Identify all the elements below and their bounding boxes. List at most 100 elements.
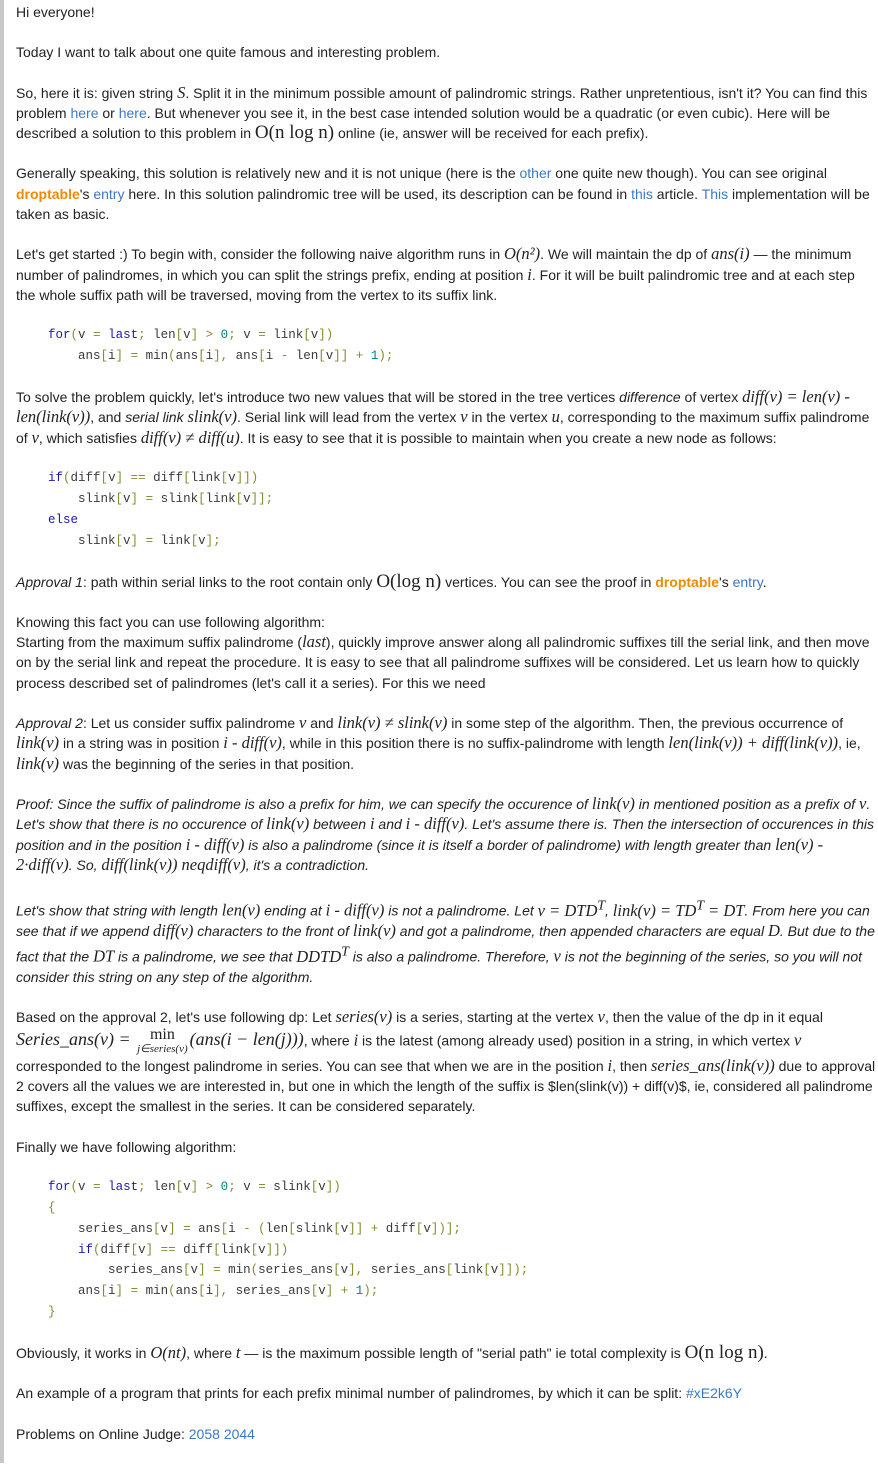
code-token: diff	[175, 1242, 214, 1257]
greeting: Hi everyone!	[16, 4, 95, 20]
text: , ie,	[838, 735, 861, 752]
math-part: link(v) = TD	[612, 900, 697, 920]
link-entry[interactable]: entry	[733, 574, 763, 590]
code-line: series_ans[v] = min(series_ans[v], serie…	[48, 1263, 528, 1277]
emphasis: difference	[619, 389, 681, 406]
math-part: DDTD	[296, 946, 342, 966]
text: Let's get started :) To begin with, cons…	[16, 246, 505, 263]
math-part: v = DTD	[537, 900, 598, 920]
code-token: ];	[205, 533, 221, 548]
code-token: {	[48, 1200, 56, 1215]
math-part: = DT	[703, 900, 745, 920]
text: vertices. You can see the proof in	[441, 573, 656, 590]
link-this-implementation[interactable]: This	[702, 186, 728, 202]
math: i - diff(v)	[185, 834, 245, 854]
link-problem-2044[interactable]: 2044	[224, 1426, 255, 1442]
code-token: >	[198, 328, 214, 343]
text: . It is easy to see that it is possible …	[239, 429, 777, 446]
math: series(v)	[335, 1007, 393, 1027]
text: .	[762, 573, 767, 590]
code-token: v	[190, 1263, 199, 1278]
code-token: ]	[130, 491, 139, 506]
code-line: for(v = last; len[v] > 0; v = slink[v])	[48, 1180, 341, 1194]
code-token: [	[190, 533, 199, 548]
code-token: i	[265, 349, 281, 364]
user-link-droptable[interactable]: droptable	[16, 186, 80, 202]
code-line: ans[i] = min(ans[i], ans[i - len[v]] + 1…	[48, 349, 393, 363]
knowing-paragraph: Knowing this fact you can use following …	[16, 612, 878, 693]
code-token: v	[258, 1242, 266, 1257]
math: len(v)	[221, 900, 261, 920]
code-token: ],	[213, 349, 229, 364]
math: link(v)	[16, 753, 60, 773]
code-token: [	[258, 349, 266, 364]
code-token: >	[198, 1179, 214, 1194]
code-token: if	[48, 1242, 94, 1257]
code-token: last	[100, 328, 139, 343]
code-token: 1	[348, 1284, 364, 1299]
math: v	[460, 407, 468, 427]
math: i - diff(v)	[325, 900, 385, 920]
emphasis: Approval 2	[16, 715, 83, 732]
code-token: diff	[100, 1242, 131, 1257]
text: So, here it is: given string	[16, 84, 178, 101]
link-here-2[interactable]: here	[119, 105, 147, 121]
link-problem-2058[interactable]: 2058	[189, 1426, 220, 1442]
code-token: ans	[48, 349, 101, 364]
text: Based on the approval 2, let's use follo…	[16, 1009, 336, 1026]
code-token: v	[138, 1242, 146, 1257]
math: diff(v)	[153, 920, 194, 940]
link-here-1[interactable]: here	[70, 105, 98, 121]
code-token: ]	[115, 470, 124, 485]
code-token: ]];	[250, 491, 274, 506]
code-token: ]	[115, 1284, 124, 1299]
code-token: =	[123, 349, 139, 364]
example-paragraph: An example of a program that prints for …	[16, 1383, 878, 1403]
code-token: +	[363, 1221, 379, 1236]
link-entry[interactable]: entry	[93, 186, 124, 202]
code-line: if(diff[v] == diff[link[v]])	[48, 471, 258, 485]
code-token: [	[220, 1221, 229, 1236]
code-token: (	[70, 328, 79, 343]
emphasis: Approval 1	[16, 573, 83, 590]
proof-paragraph-1: Proof: Since the suffix of palindrome is…	[16, 794, 878, 875]
text: is also a palindrome. Therefore,	[348, 948, 554, 965]
text: Let's show that string with length	[16, 902, 222, 919]
code-token: ]	[168, 1221, 176, 1236]
code-token: diff	[70, 470, 101, 485]
code-token: =	[175, 1221, 191, 1236]
link-other[interactable]: other	[520, 165, 552, 181]
link-this-article[interactable]: this	[631, 186, 653, 202]
text: , where	[186, 1345, 236, 1362]
code-token: );	[378, 349, 394, 364]
math: v	[597, 1007, 605, 1027]
code-token: (	[70, 1179, 79, 1194]
link-example-code[interactable]: #xE2k6Y	[686, 1385, 742, 1401]
math: diff(link(v)) neqdiff(v)	[101, 854, 246, 874]
code-token: ;	[138, 1179, 146, 1194]
code-token: v	[123, 491, 131, 506]
math: series_ans(link(v))	[651, 1055, 775, 1075]
code-token: v	[235, 328, 259, 343]
code-line: }	[48, 1305, 56, 1319]
code-token: ])	[325, 1179, 341, 1194]
intro-paragraph: Today I want to talk about one quite fam…	[16, 44, 441, 61]
math: link(v)	[591, 793, 635, 813]
text: in the vertex	[467, 409, 552, 426]
text: ,	[605, 902, 613, 919]
code-token: [	[115, 533, 124, 548]
code-token: [	[130, 1242, 139, 1257]
text: article.	[652, 185, 702, 202]
code-token: =	[93, 1179, 101, 1194]
code-token: =	[205, 1263, 221, 1278]
code-token: v	[78, 1179, 94, 1194]
code-token: (	[168, 349, 176, 364]
text: online (ie, answer will be received for …	[334, 125, 649, 142]
text: and	[306, 715, 338, 732]
code-line: for(v = last; len[v] > 0; v = link[v])	[48, 328, 333, 342]
text: , where	[303, 1032, 354, 1049]
code-token: [	[483, 1263, 491, 1278]
user-link-droptable[interactable]: droptable	[655, 574, 719, 590]
math: i - diff(v)	[405, 814, 465, 834]
article-body: Hi everyone! Today I want to talk about …	[16, 2, 878, 1464]
